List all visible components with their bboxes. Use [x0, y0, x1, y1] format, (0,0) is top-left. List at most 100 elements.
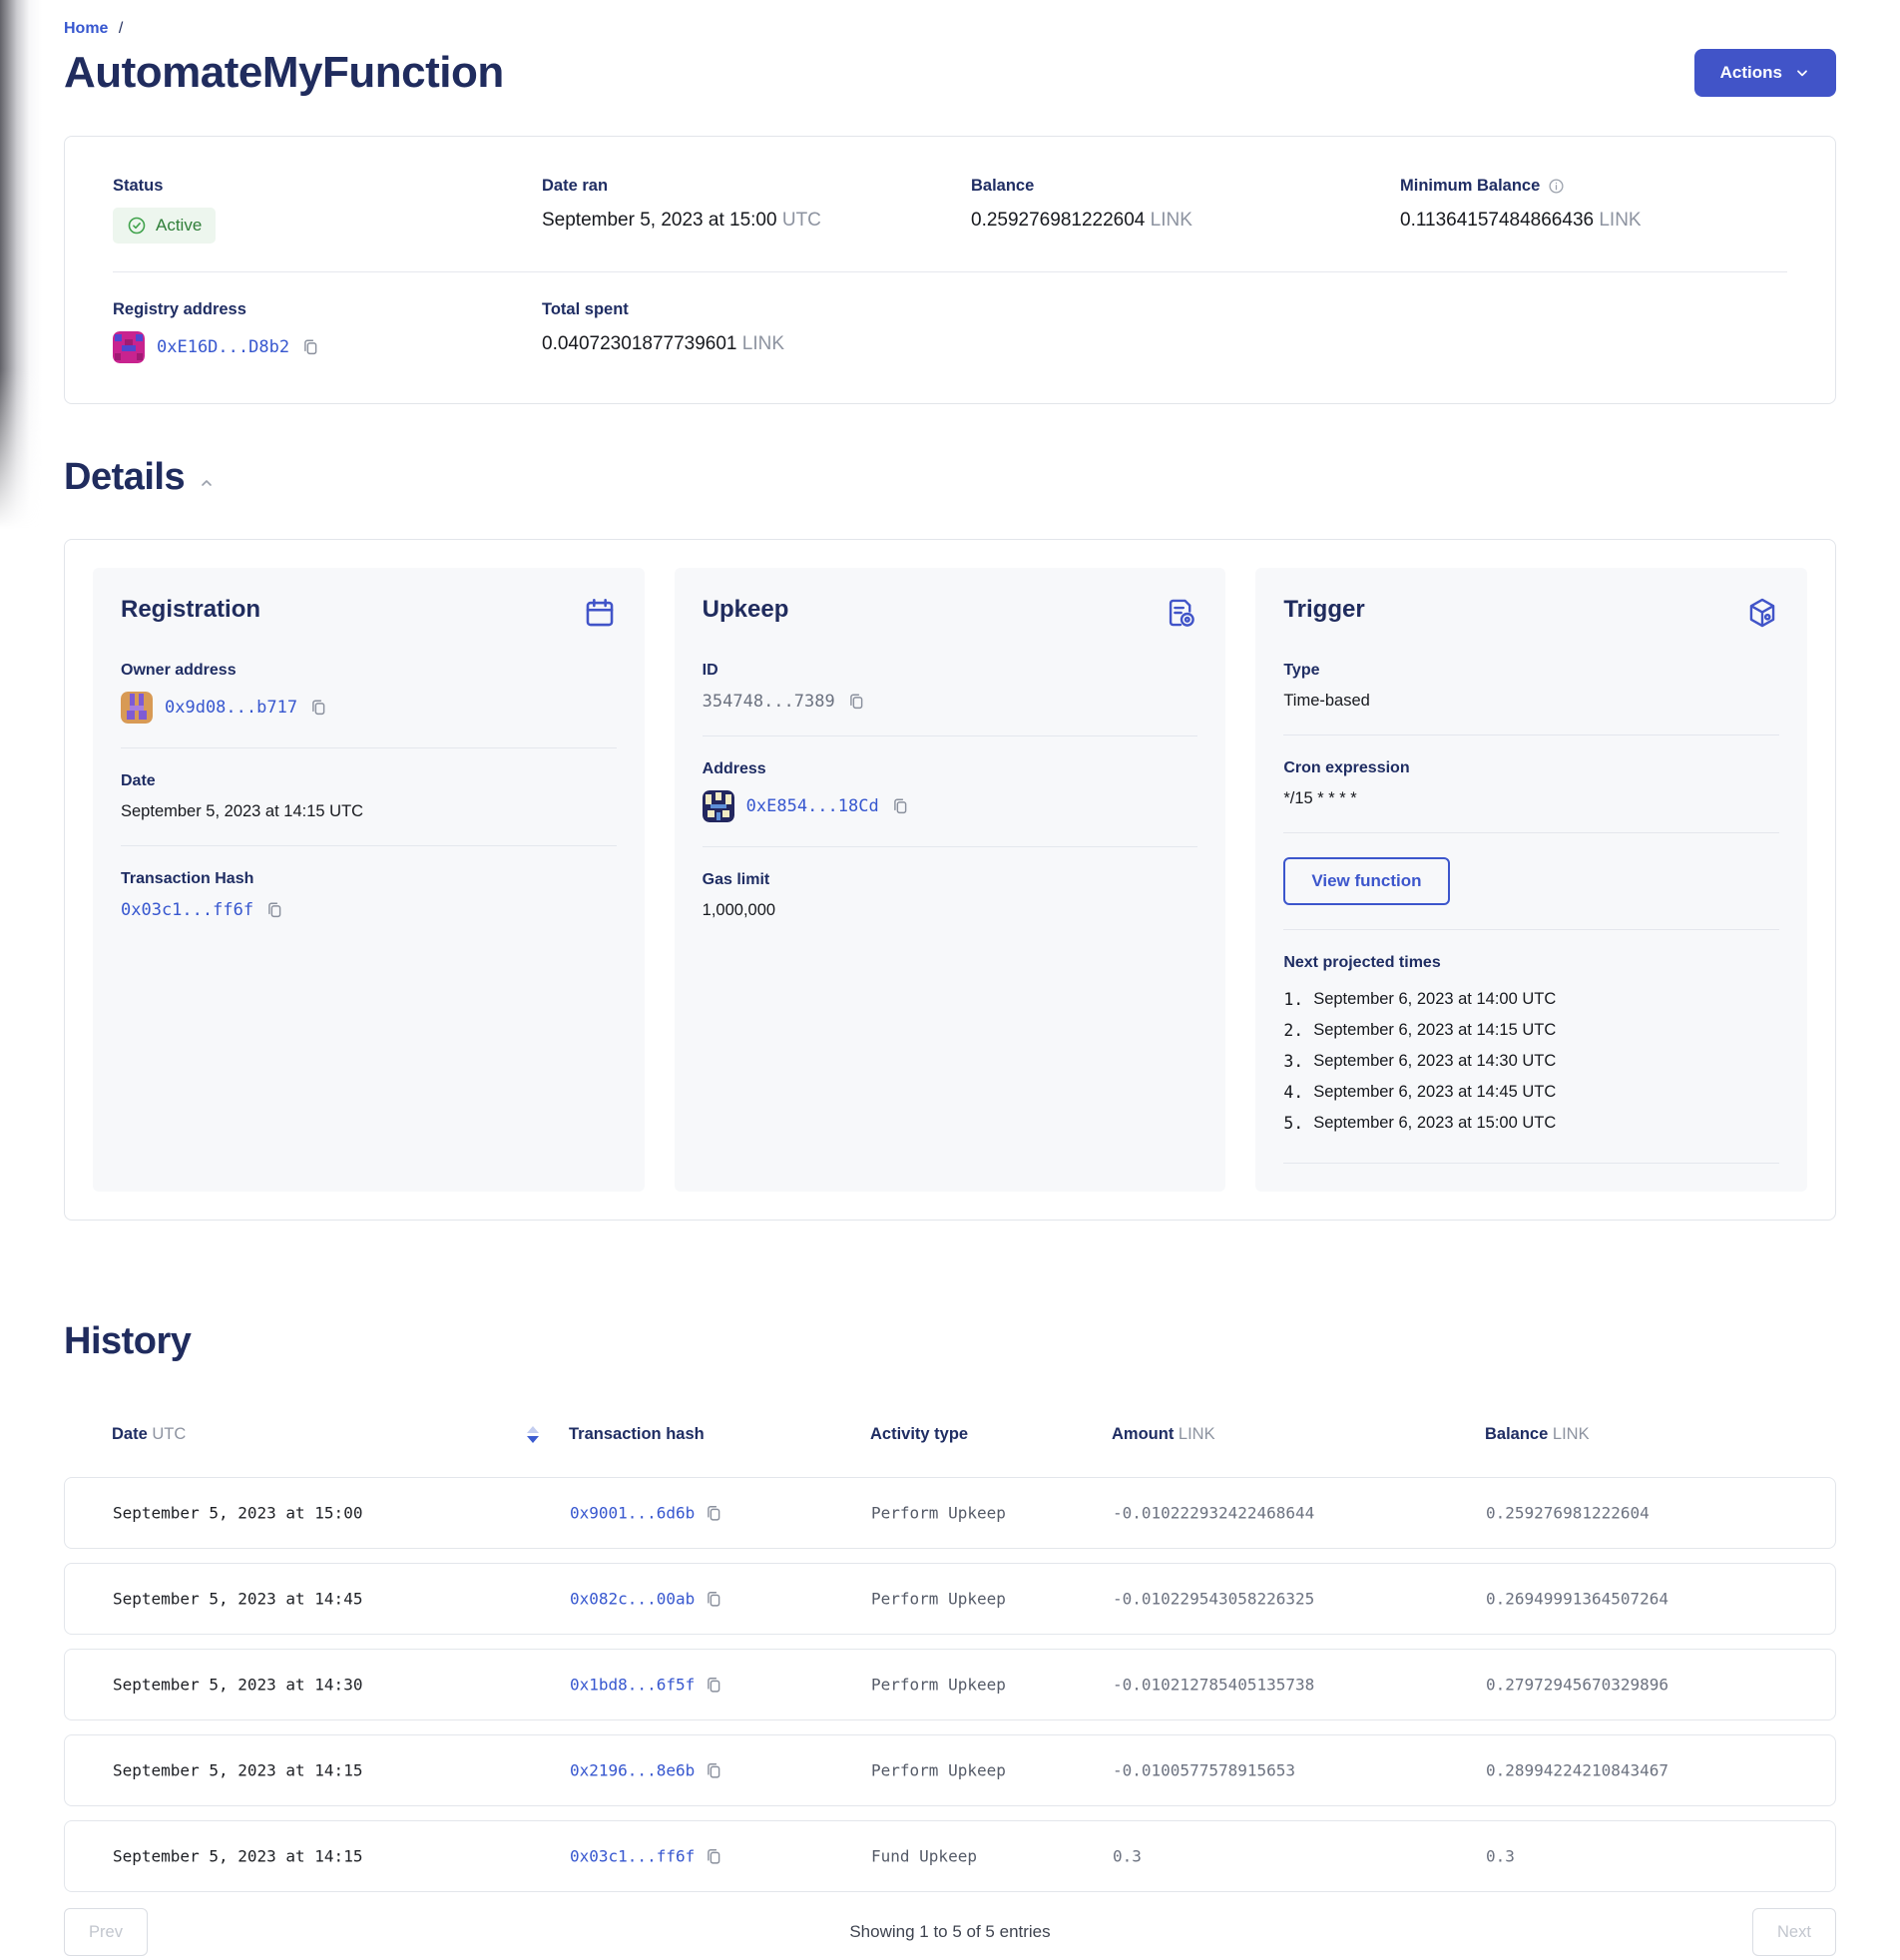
balance-value: 0.259276981222604 LINK	[971, 210, 1400, 232]
table-row: September 5, 2023 at 14:15 0x03c1...ff6f…	[64, 1820, 1836, 1892]
list-item-text: September 6, 2023 at 14:00 UTC	[1313, 984, 1556, 1015]
table-row: September 5, 2023 at 14:45 0x082c...00ab…	[64, 1563, 1836, 1635]
page-title: AutomateMyFunction	[64, 48, 504, 98]
row-amount: -0.0100577578915653	[1113, 1761, 1295, 1780]
tx-hash-link[interactable]: 0x9001...6d6b	[570, 1504, 695, 1523]
table-row: September 5, 2023 at 15:00 0x9001...6d6b…	[64, 1477, 1836, 1549]
cron-expression-label: Cron expression	[1283, 759, 1779, 777]
tx-hash-link[interactable]: 0x03c1...ff6f	[570, 1847, 695, 1866]
copy-icon[interactable]	[301, 338, 319, 356]
list-item: 5. September 6, 2023 at 15:00 UTC	[1283, 1108, 1779, 1139]
registry-identicon	[113, 331, 145, 363]
title-row: AutomateMyFunction Actions	[64, 48, 1836, 98]
copy-icon[interactable]	[705, 1761, 722, 1779]
min-balance-label: Minimum Balance	[1400, 177, 1787, 196]
upkeep-document-icon	[1164, 596, 1197, 630]
registration-tx-hash-link[interactable]: 0x03c1...ff6f	[121, 900, 253, 920]
registration-date-value: September 5, 2023 at 14:15 UTC	[121, 802, 617, 821]
history-table-header: Date UTC Transaction hash Activity type …	[64, 1425, 1836, 1449]
calendar-icon	[583, 596, 617, 630]
list-item-number: 4.	[1283, 1077, 1303, 1108]
copy-icon[interactable]	[847, 693, 865, 711]
collapse-caret-icon[interactable]	[199, 475, 215, 491]
chevron-down-icon	[1794, 65, 1810, 81]
breadcrumb-separator: /	[119, 20, 123, 37]
column-balance-label: Balance	[1485, 1425, 1548, 1443]
balance-unit: LINK	[1151, 210, 1192, 231]
breadcrumb-home-link[interactable]: Home	[64, 20, 108, 37]
copy-icon[interactable]	[705, 1676, 722, 1694]
copy-icon[interactable]	[265, 901, 283, 919]
list-item-number: 3.	[1283, 1046, 1303, 1077]
upkeep-id-label: ID	[703, 662, 1198, 680]
column-header-transaction-hash: Transaction hash	[569, 1425, 705, 1444]
upkeep-address-link[interactable]: 0xE854...18Cd	[746, 796, 879, 816]
actions-button-label: Actions	[1720, 63, 1782, 83]
owner-address-label: Owner address	[121, 662, 617, 680]
total-spent-label: Total spent	[542, 300, 971, 319]
tx-hash-link[interactable]: 0x2196...8e6b	[570, 1761, 695, 1780]
column-header-date[interactable]: Date UTC	[112, 1425, 186, 1444]
tx-hash-link[interactable]: 0x082c...00ab	[570, 1590, 695, 1609]
next-projected-times-label: Next projected times	[1283, 954, 1779, 972]
list-item-text: September 6, 2023 at 15:00 UTC	[1313, 1108, 1556, 1139]
row-balance: 0.28994224210843467	[1486, 1761, 1668, 1780]
min-balance-label-text: Minimum Balance	[1400, 177, 1540, 196]
date-ran-timezone: UTC	[782, 210, 821, 231]
copy-icon[interactable]	[309, 699, 327, 717]
column-header-amount: Amount LINK	[1112, 1425, 1215, 1444]
row-amount: 0.3	[1113, 1847, 1142, 1866]
column-amount-label: Amount	[1112, 1425, 1174, 1443]
date-ran-label: Date ran	[542, 177, 971, 196]
total-spent-value: 0.04072301877739601 LINK	[542, 333, 971, 355]
row-activity: Fund Upkeep	[871, 1847, 977, 1866]
details-heading: Details	[64, 456, 185, 499]
min-balance-unit: LINK	[1599, 210, 1641, 231]
registry-address-link[interactable]: 0xE16D...D8b2	[157, 337, 289, 357]
row-amount: -0.010212785405135738	[1113, 1676, 1314, 1695]
sort-up-triangle	[527, 1426, 539, 1433]
upkeep-address-label: Address	[703, 760, 1198, 778]
gas-limit-value: 1,000,000	[703, 901, 1198, 920]
summary-row-top: Status Active Date ran September 5, 2023…	[113, 177, 1787, 244]
sort-down-triangle	[527, 1436, 539, 1443]
actions-button[interactable]: Actions	[1694, 49, 1836, 97]
prev-button[interactable]: Prev	[64, 1908, 148, 1956]
list-item: 3. September 6, 2023 at 14:30 UTC	[1283, 1046, 1779, 1077]
row-date: September 5, 2023 at 15:00	[113, 1504, 362, 1523]
upkeep-identicon	[703, 790, 734, 822]
balance-field: Balance 0.259276981222604 LINK	[971, 177, 1400, 244]
copy-icon[interactable]	[705, 1504, 722, 1522]
copy-icon[interactable]	[705, 1847, 722, 1865]
owner-address-link[interactable]: 0x9d08...b717	[165, 698, 297, 718]
copy-icon[interactable]	[891, 797, 909, 815]
row-amount: -0.010222932422468644	[1113, 1504, 1314, 1523]
registration-card: Registration Owner address 0x9d08...b717…	[93, 568, 645, 1192]
column-balance-unit: LINK	[1553, 1425, 1590, 1443]
list-item-number: 1.	[1283, 984, 1303, 1015]
upkeep-detail-page: Home / AutomateMyFunction Actions Status…	[64, 0, 1836, 1956]
sort-descending-icon[interactable]	[527, 1426, 539, 1443]
row-date: September 5, 2023 at 14:15	[113, 1847, 362, 1866]
cube-icon	[1745, 596, 1779, 630]
total-spent-amount: 0.04072301877739601	[542, 333, 736, 354]
balance-label: Balance	[971, 177, 1400, 196]
table-row: September 5, 2023 at 14:15 0x2196...8e6b…	[64, 1734, 1836, 1806]
upkeep-title: Upkeep	[703, 596, 789, 624]
copy-icon[interactable]	[705, 1590, 722, 1608]
column-header-balance: Balance LINK	[1485, 1425, 1590, 1444]
summary-row-bottom: Registry address 0xE16D...D8b2 Total spe…	[113, 300, 1787, 363]
min-balance-field: Minimum Balance 0.11364157484866436 LINK	[1400, 177, 1787, 244]
row-activity: Perform Upkeep	[871, 1590, 1006, 1609]
trigger-type-value: Time-based	[1283, 692, 1779, 711]
info-icon[interactable]	[1548, 178, 1565, 195]
list-item: 2. September 6, 2023 at 14:15 UTC	[1283, 1015, 1779, 1046]
check-circle-icon	[127, 216, 147, 236]
list-item: 1. September 6, 2023 at 14:00 UTC	[1283, 984, 1779, 1015]
tx-hash-link[interactable]: 0x1bd8...6f5f	[570, 1676, 695, 1695]
breadcrumb: Home /	[64, 20, 1836, 38]
view-function-button[interactable]: View function	[1283, 857, 1449, 905]
pagination: Prev Showing 1 to 5 of 5 entries Next	[64, 1908, 1836, 1956]
next-button[interactable]: Next	[1752, 1908, 1836, 1956]
upkeep-card: Upkeep ID 354748...7389 Address 0xE854..…	[675, 568, 1226, 1192]
